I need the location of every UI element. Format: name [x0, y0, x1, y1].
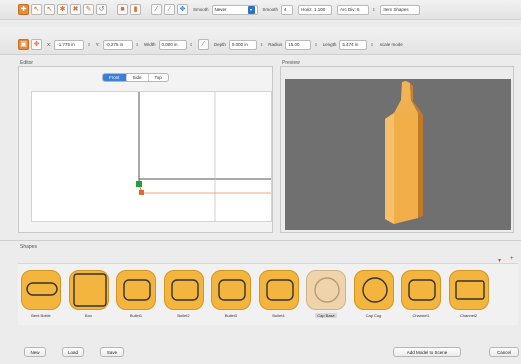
circle-icon: [306, 270, 346, 310]
shape-label: Bullet4: [272, 313, 285, 318]
y-stepper[interactable]: ⇕: [136, 42, 139, 47]
radius-stepper[interactable]: ⇕: [314, 42, 317, 47]
shape-label: Bullet3: [224, 313, 238, 318]
smooth-mode-select[interactable]: Never ▾: [211, 4, 258, 15]
y-label: Y:: [95, 42, 100, 47]
lock-aspect-icon[interactable]: ⁄: [197, 39, 209, 50]
load-button[interactable]: Load: [62, 347, 84, 357]
item-shapes-field[interactable]: Item Shapes: [380, 4, 421, 15]
shape-label: Bullet1: [129, 313, 143, 318]
tab-side[interactable]: Side: [127, 74, 149, 81]
depth-field[interactable]: 0.000 in: [228, 39, 257, 50]
shape-item[interactable]: Channel2: [448, 270, 490, 318]
save-button[interactable]: Save: [100, 347, 124, 357]
x-stepper[interactable]: ⇕: [87, 42, 90, 47]
position-tool-icon[interactable]: ✥: [31, 39, 42, 50]
rounded-bar-icon: [21, 270, 61, 310]
length-field[interactable]: 5.474 in: [339, 39, 368, 50]
control-point[interactable]: [136, 181, 142, 187]
tab-top[interactable]: Top: [149, 74, 168, 81]
add-model-to-scene-button[interactable]: Add Model to Scene: [393, 347, 461, 357]
cancel-button[interactable]: Cancel: [489, 347, 519, 357]
shape-label: Bent Bottle: [31, 313, 51, 318]
arc-divs-stepper[interactable]: ⇕: [372, 7, 375, 12]
shape-label: Channel1: [412, 313, 430, 318]
x-field[interactable]: -1.775 in: [54, 39, 85, 50]
depth-label: Depth: [213, 42, 226, 47]
radius-field[interactable]: 15.00: [285, 39, 312, 50]
draw-line-icon[interactable]: ⁄: [151, 4, 162, 15]
trash-icon[interactable]: ▮: [130, 4, 141, 15]
shape-tool-icon[interactable]: ▣: [18, 39, 29, 50]
horizontal-divs-field[interactable]: Horiz. 1.100: [298, 4, 333, 15]
width-field[interactable]: 0.000 in: [158, 39, 187, 50]
rounded-rect-icon: [163, 270, 204, 310]
shape-label: Cap Cog: [365, 313, 382, 318]
shape-item[interactable]: Bullet4: [258, 270, 300, 318]
editor-canvas[interactable]: [31, 91, 272, 222]
y-field[interactable]: -0.275 in: [102, 39, 133, 50]
new-button[interactable]: New: [24, 347, 46, 357]
rounded-rect-icon: [401, 270, 441, 310]
remove-point-tool-icon[interactable]: ✱: [57, 4, 68, 15]
rounded-rect-icon: [211, 270, 251, 310]
shape-label: Bullet2: [177, 313, 190, 318]
properties-toolbar: ▣ ✥ X: -1.775 in ⇕ Y: -0.275 in ⇕ Width …: [0, 27, 521, 55]
shapes-title: Shapes: [20, 244, 37, 250]
editor-panel: Front Side Top: [18, 66, 273, 233]
tab-front[interactable]: Front: [103, 74, 127, 81]
shape-item[interactable]: Bent Bottle: [20, 270, 62, 318]
smooth-tool-icon[interactable]: ✎: [83, 4, 94, 15]
model-preview: [385, 81, 423, 224]
shape-label: Cap Base: [315, 313, 337, 318]
square-icon: [68, 270, 109, 310]
x-label: X:: [47, 42, 52, 47]
smooth-mode-label: Smooth: [193, 7, 209, 12]
add-point-tool-icon[interactable]: ↖: [44, 4, 55, 15]
shape-item[interactable]: Cap Base: [305, 270, 347, 318]
symmetry-icon[interactable]: ✥: [177, 4, 188, 15]
shape-strip: Bent Bottle Box Bullet1 Bullet2 Bullet3 Bulle…: [18, 263, 518, 325]
radius-label: Radius: [268, 42, 283, 47]
scale-mode-label: scale mode: [379, 42, 403, 47]
arc-divs-field[interactable]: Arc Div: 6: [337, 4, 370, 15]
length-stepper[interactable]: ⇕: [370, 42, 373, 47]
delete-icon[interactable]: ■: [117, 4, 128, 15]
shape-item[interactable]: Bullet2: [163, 270, 205, 318]
preview-panel: [280, 66, 514, 233]
control-point-end[interactable]: [139, 190, 144, 195]
model-neck: [401, 81, 411, 100]
rounded-rect-icon: [116, 270, 156, 310]
shape-add-icon[interactable]: +: [510, 256, 514, 262]
profile-drawing: [136, 92, 271, 221]
draw-curve-icon[interactable]: ∕: [164, 4, 175, 15]
model-shoulder: [394, 100, 418, 113]
undo-icon[interactable]: ↺: [96, 4, 107, 15]
chevron-down-icon: ▾: [247, 5, 255, 14]
shape-library: Shapes ▾ + Bent Bottle Box Bullet1 Bullet2 B…: [0, 240, 521, 336]
shape-item[interactable]: Channel1: [400, 270, 442, 318]
main-toolbar: ✚ ↖ ↖ ✱ ✖ ✎ ↺ ■ ▮ ⁄ ∕ ✥ Smooth Never ▾ S…: [0, 0, 521, 20]
shape-label: Channel2: [459, 313, 478, 318]
rect-icon: [448, 270, 489, 310]
select-tool-icon[interactable]: ✚: [18, 4, 29, 15]
smooth-amount-label: Smooth: [262, 7, 279, 12]
shape-item[interactable]: Bullet3: [210, 270, 252, 318]
width-stepper[interactable]: ⇕: [190, 42, 193, 47]
shape-item[interactable]: Box: [68, 270, 110, 318]
shape-item[interactable]: Bullet1: [115, 270, 157, 318]
shape-label: Box: [85, 313, 92, 318]
rounded-rect-icon: [258, 270, 299, 310]
depth-stepper[interactable]: ⇕: [260, 42, 263, 47]
shape-item[interactable]: Cap Cog: [353, 270, 395, 318]
preview-viewport[interactable]: [285, 79, 511, 230]
curve-tool-icon[interactable]: ✖: [70, 4, 81, 15]
move-tool-icon[interactable]: ↖: [31, 4, 42, 15]
length-label: Length: [322, 42, 337, 47]
circle-icon: [353, 270, 394, 310]
view-tabs: Front Side Top: [102, 73, 169, 82]
width-label: Width: [144, 42, 156, 47]
smooth-amount-field[interactable]: 4: [281, 4, 294, 15]
